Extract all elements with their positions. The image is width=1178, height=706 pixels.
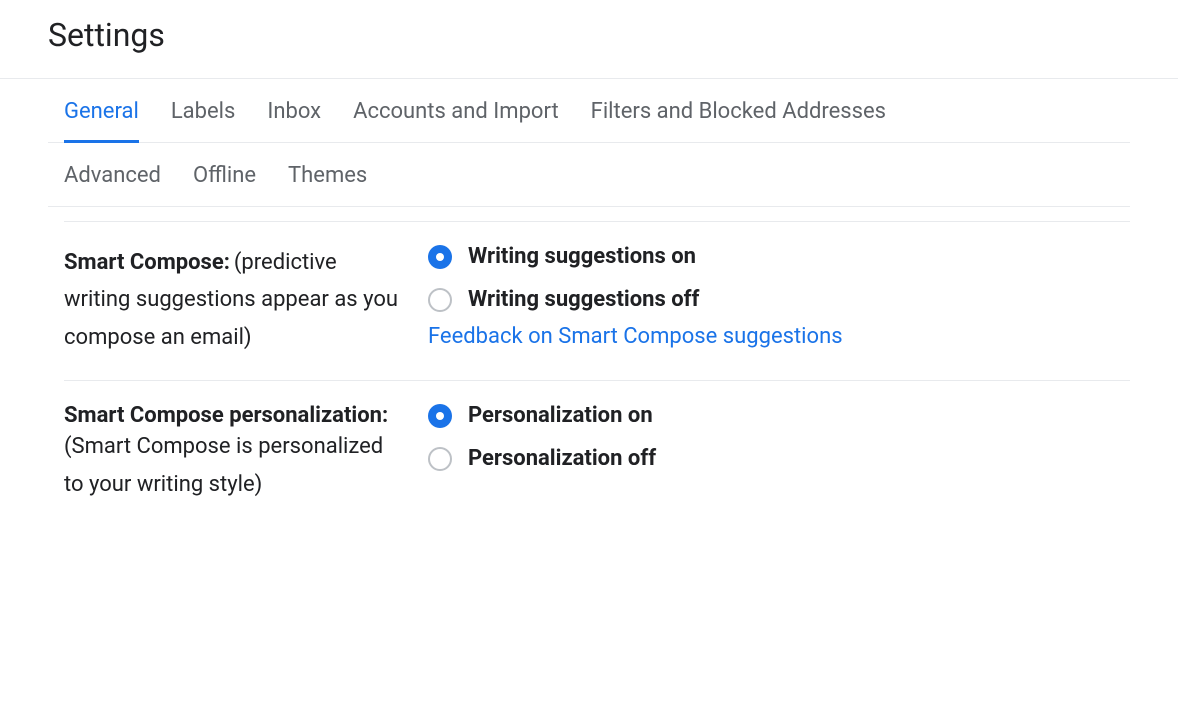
tab-themes[interactable]: Themes	[288, 163, 367, 188]
radio-icon-unchecked	[428, 288, 452, 312]
tab-accounts-and-import[interactable]: Accounts and Import	[353, 99, 559, 143]
tab-offline[interactable]: Offline	[193, 163, 256, 188]
radio-label-personalization-on: Personalization on	[468, 403, 653, 428]
tab-labels[interactable]: Labels	[171, 99, 236, 143]
setting-smart-compose: Smart Compose: (predictive writing sugge…	[64, 222, 1130, 381]
tabs-row-1: General Labels Inbox Accounts and Import…	[48, 79, 1130, 143]
radio-icon-checked	[428, 245, 452, 269]
radio-writing-suggestions-on[interactable]: Writing suggestions on	[428, 244, 1130, 269]
tab-filters-and-blocked-addresses[interactable]: Filters and Blocked Addresses	[591, 99, 886, 143]
radio-label-personalization-off: Personalization off	[468, 446, 656, 471]
smart-compose-personalization-desc: (Smart Compose is personalized to your w…	[64, 434, 383, 496]
radio-icon-checked	[428, 404, 452, 428]
feedback-smart-compose-link[interactable]: Feedback on Smart Compose suggestions	[428, 324, 1130, 349]
radio-icon-unchecked	[428, 447, 452, 471]
tab-inbox[interactable]: Inbox	[267, 99, 321, 143]
smart-compose-personalization-title: Smart Compose personalization:	[64, 403, 388, 428]
radio-label-writing-on: Writing suggestions on	[468, 244, 696, 269]
radio-label-writing-off: Writing suggestions off	[468, 287, 699, 312]
tab-general[interactable]: General	[64, 99, 139, 143]
radio-personalization-on[interactable]: Personalization on	[428, 403, 1130, 428]
smart-compose-title: Smart Compose:	[64, 250, 230, 275]
tab-advanced[interactable]: Advanced	[64, 163, 161, 188]
page-title: Settings	[48, 16, 1130, 54]
tabs-row-2: Advanced Offline Themes	[48, 143, 1130, 207]
radio-personalization-off[interactable]: Personalization off	[428, 446, 1130, 471]
setting-smart-compose-personalization: Smart Compose personalization: (Smart Co…	[64, 381, 1130, 527]
radio-writing-suggestions-off[interactable]: Writing suggestions off	[428, 287, 1130, 312]
